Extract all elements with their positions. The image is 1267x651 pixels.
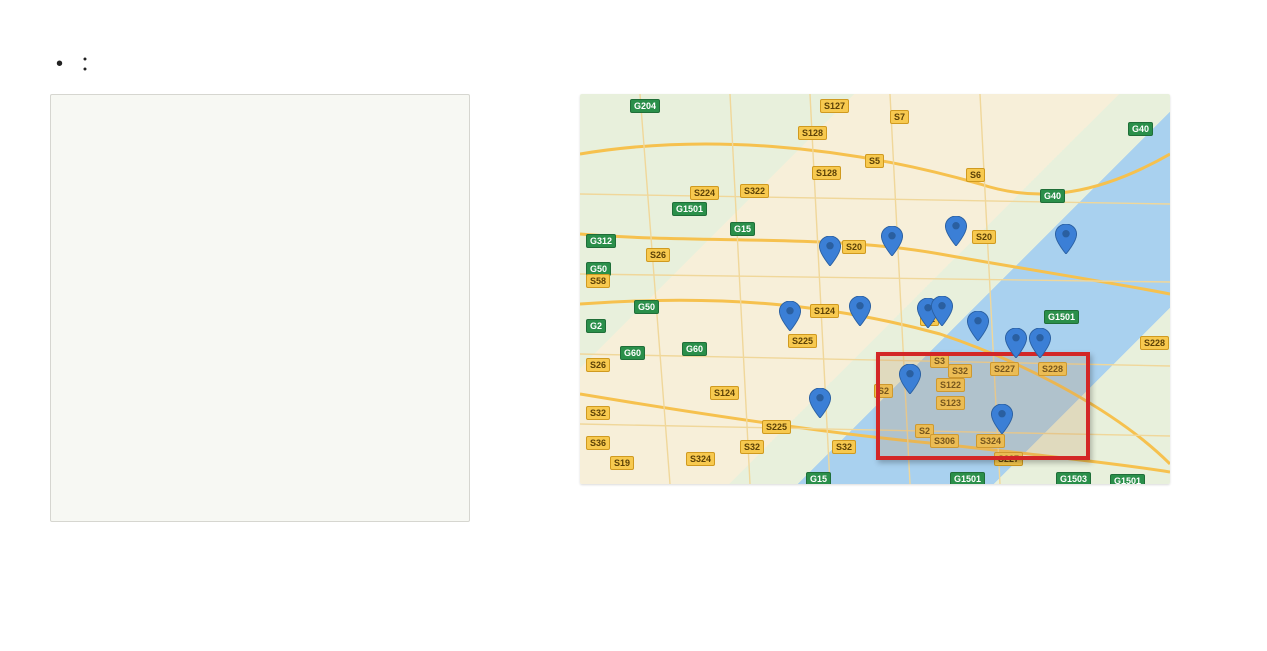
road-shield: S322 [740,184,769,198]
road-shield: G1501 [1044,310,1079,324]
road-shield: S20 [842,240,866,254]
road-shield: S124 [710,386,739,400]
road-shield: G15 [730,222,755,236]
map-illustration: G204 G40 G40 G312 S127 S128 S224 S322 G1501 G15 G6… [580,94,1170,484]
road-shield: S124 [810,304,839,318]
road-shield: S128 [798,126,827,140]
map-pin-icon [991,404,1013,434]
road-shield: S26 [586,358,610,372]
road-shield: G1501 [672,202,707,216]
map-pin-icon [931,296,953,326]
map-pin-icon [849,296,871,326]
road-shield: S127 [820,99,849,113]
road-shield: S32 [832,440,856,454]
road-shield: S6 [966,168,985,182]
road-shield: S224 [690,186,719,200]
road-shield: S20 [972,230,996,244]
road-shield: S26 [646,248,670,262]
road-shield: G1501 [1110,474,1145,484]
road-shield: S228 [1140,336,1169,350]
road-shield: S5 [865,154,884,168]
map-pin-icon [1029,328,1051,358]
road-shield: G40 [1040,189,1065,203]
road-shield: S128 [812,166,841,180]
road-shield: G312 [586,234,616,248]
road-shield: G1501 [950,472,985,484]
road-shield: S324 [686,452,715,466]
code-block [50,94,470,522]
road-shield: S32 [586,406,610,420]
map-pin-icon [945,216,967,246]
map-pin-icon [967,311,989,341]
road-shield: G2 [586,319,606,333]
bullet-geo-bounding-box: ： [50,48,1217,80]
road-shield: G60 [620,346,645,360]
road-shield: S36 [586,436,610,450]
map-pin-icon [1055,224,1077,254]
map-pin-icon [1005,328,1027,358]
road-shield: S7 [890,110,909,124]
road-shield: G1503 [1056,472,1091,484]
road-shield: S32 [740,440,764,454]
road-shield: S225 [762,420,791,434]
map-pin-icon [819,236,841,266]
road-shield: S225 [788,334,817,348]
road-shield: G40 [1128,122,1153,136]
road-shield: G60 [682,342,707,356]
road-shield: G204 [630,99,660,113]
road-shield: S58 [586,274,610,288]
map-pin-icon [809,388,831,418]
map-pin-icon [899,364,921,394]
road-shield: G15 [806,472,831,484]
map-pin-icon [779,301,801,331]
road-shield: S19 [610,456,634,470]
map-pin-icon [881,226,903,256]
road-shield: G50 [634,300,659,314]
